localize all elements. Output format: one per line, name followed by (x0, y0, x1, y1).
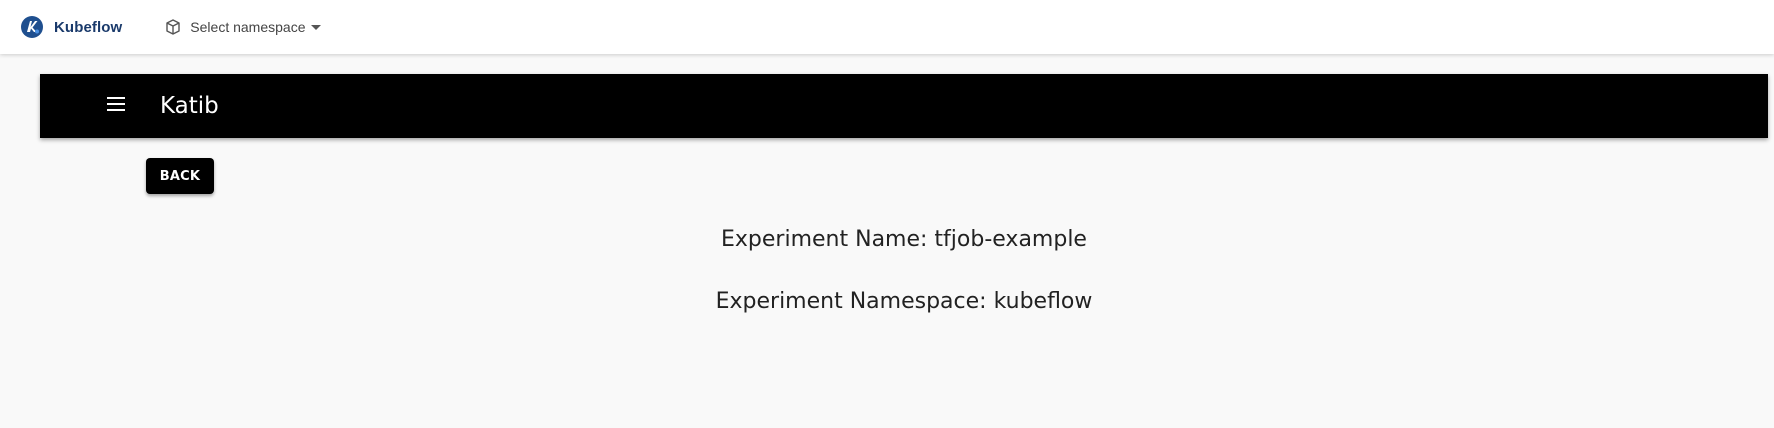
kubeflow-top-bar: Kubeflow Select namespace (0, 0, 1774, 54)
hamburger-menu-icon (107, 96, 125, 116)
experiment-namespace-text: Experiment Namespace: kubeflow (715, 289, 1093, 314)
kubeflow-logo-icon (20, 15, 44, 39)
katib-app-bar: Katib (40, 74, 1768, 138)
chevron-down-icon (311, 24, 322, 30)
menu-button[interactable] (92, 82, 140, 130)
back-button[interactable]: BACK (146, 158, 214, 194)
namespace-selector[interactable]: Select namespace (160, 9, 325, 45)
cube-icon (164, 18, 182, 36)
namespace-selector-label: Select namespace (190, 19, 306, 35)
app-title: Katib (160, 93, 219, 119)
experiment-name-text: Experiment Name: tfjob-example (721, 227, 1087, 252)
brand-name: Kubeflow (54, 18, 123, 36)
kubeflow-brand-link[interactable]: Kubeflow (20, 0, 122, 54)
